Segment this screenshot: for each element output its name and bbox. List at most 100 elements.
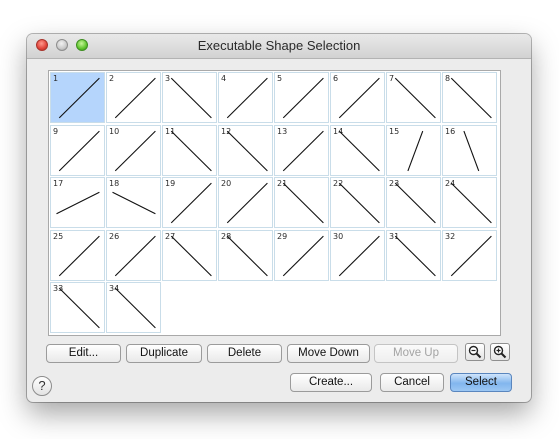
- shape-preview: [338, 130, 380, 171]
- shape-cell[interactable]: 33: [50, 282, 105, 333]
- delete-button[interactable]: Delete: [207, 344, 282, 363]
- shape-cell[interactable]: 21: [274, 177, 329, 228]
- shape-cell[interactable]: 6: [330, 72, 385, 123]
- shape-line: [114, 235, 156, 276]
- shape-cell[interactable]: 7: [386, 72, 441, 123]
- window-title: Executable Shape Selection: [197, 38, 361, 53]
- shape-preview: [394, 235, 436, 276]
- shape-cell[interactable]: 8: [442, 72, 497, 123]
- shape-preview: [282, 130, 324, 171]
- shape-cell[interactable]: 19: [162, 177, 217, 228]
- shape-cell[interactable]: 28: [218, 229, 273, 281]
- shape-preview: [450, 182, 492, 224]
- shape-line: [282, 182, 324, 224]
- shape-preview: [394, 182, 436, 224]
- shape-cell[interactable]: 1: [50, 72, 105, 123]
- help-icon[interactable]: ?: [32, 376, 52, 396]
- shape-cell[interactable]: 4: [218, 72, 273, 123]
- shape-preview: [226, 182, 268, 224]
- shape-line: [114, 287, 156, 329]
- shape-preview: [282, 182, 324, 224]
- shape-cell[interactable]: 11: [162, 124, 217, 176]
- shape-line: [58, 287, 100, 329]
- shape-preview: [114, 130, 156, 171]
- cancel-button[interactable]: Cancel: [380, 373, 444, 392]
- shape-preview: [226, 130, 268, 171]
- shape-cell[interactable]: 5: [274, 72, 329, 123]
- shape-line: [394, 235, 436, 276]
- shape-preview: [56, 191, 100, 215]
- shape-cell[interactable]: 29: [274, 229, 329, 281]
- move-down-button[interactable]: Move Down: [287, 344, 370, 363]
- shape-line: [114, 77, 156, 119]
- edit-button[interactable]: Edit...: [46, 344, 121, 363]
- dialog-window: Executable Shape Selection 1 2 3 4 5 6 7 8 9 10 11…: [27, 34, 531, 402]
- shape-cell[interactable]: 26: [106, 229, 161, 281]
- shape-line: [338, 130, 380, 171]
- shape-cell[interactable]: 9: [50, 124, 105, 176]
- shape-cell[interactable]: 22: [330, 177, 385, 228]
- shape-cell[interactable]: 16: [442, 124, 497, 176]
- shape-preview: [114, 77, 156, 119]
- shape-preview: [170, 77, 212, 119]
- shape-preview: [58, 287, 100, 329]
- shape-preview: [450, 77, 492, 119]
- shape-preview: [394, 77, 436, 119]
- shape-preview: [112, 191, 156, 215]
- shape-line: [56, 191, 100, 215]
- shape-line: [338, 182, 380, 224]
- select-button[interactable]: Select: [450, 373, 512, 392]
- shape-line: [58, 130, 100, 171]
- shape-cell[interactable]: 15: [386, 124, 441, 176]
- shape-line: [226, 182, 268, 224]
- shape-preview: [114, 287, 156, 329]
- shape-preview: [58, 77, 100, 119]
- shape-preview: [226, 235, 268, 276]
- shape-cell[interactable]: 23: [386, 177, 441, 228]
- shape-cell[interactable]: 14: [330, 124, 385, 176]
- shape-cell[interactable]: 10: [106, 124, 161, 176]
- shape-preview: [407, 130, 424, 171]
- shape-preview: [282, 77, 324, 119]
- shape-preview: [170, 235, 212, 276]
- shape-cell[interactable]: 32: [442, 229, 497, 281]
- zoom-out-button[interactable]: [465, 343, 485, 361]
- shape-cell[interactable]: 20: [218, 177, 273, 228]
- zoom-in-icon: [493, 345, 507, 359]
- shape-line: [170, 77, 212, 119]
- shape-cell[interactable]: 25: [50, 229, 105, 281]
- shape-line: [394, 77, 436, 119]
- shape-preview: [338, 235, 380, 276]
- shape-line: [170, 182, 212, 224]
- shape-line: [170, 130, 212, 171]
- shape-cell[interactable]: 13: [274, 124, 329, 176]
- shape-preview: [170, 182, 212, 224]
- shape-line: [282, 77, 324, 119]
- shape-cell[interactable]: 24: [442, 177, 497, 228]
- shape-line: [463, 130, 480, 171]
- shape-cell[interactable]: 12: [218, 124, 273, 176]
- shape-line: [226, 235, 268, 276]
- shape-cell[interactable]: 27: [162, 229, 217, 281]
- shape-cell[interactable]: 34: [106, 282, 161, 333]
- create-button[interactable]: Create...: [290, 373, 372, 392]
- shape-cell[interactable]: 31: [386, 229, 441, 281]
- shape-line: [338, 235, 380, 276]
- shape-cell[interactable]: 3: [162, 72, 217, 123]
- shape-cell[interactable]: 30: [330, 229, 385, 281]
- shape-line: [112, 191, 156, 215]
- shape-line: [282, 130, 324, 171]
- shape-cell[interactable]: 17: [50, 177, 105, 228]
- shape-preview: [282, 235, 324, 276]
- move-up-button: Move Up: [374, 344, 458, 363]
- shape-cell[interactable]: 18: [106, 177, 161, 228]
- shape-grid: 1 2 3 4 5 6 7 8 9 10 11 12 13 14 15 16 17 18 19 20 21 22 23 24 2…: [48, 70, 501, 336]
- zoom-out-icon: [468, 345, 482, 359]
- duplicate-button[interactable]: Duplicate: [126, 344, 202, 363]
- shape-cell[interactable]: 2: [106, 72, 161, 123]
- zoom-in-button[interactable]: [490, 343, 510, 361]
- shape-preview: [338, 182, 380, 224]
- shape-line: [450, 77, 492, 119]
- shape-line: [407, 130, 424, 171]
- shape-line: [282, 235, 324, 276]
